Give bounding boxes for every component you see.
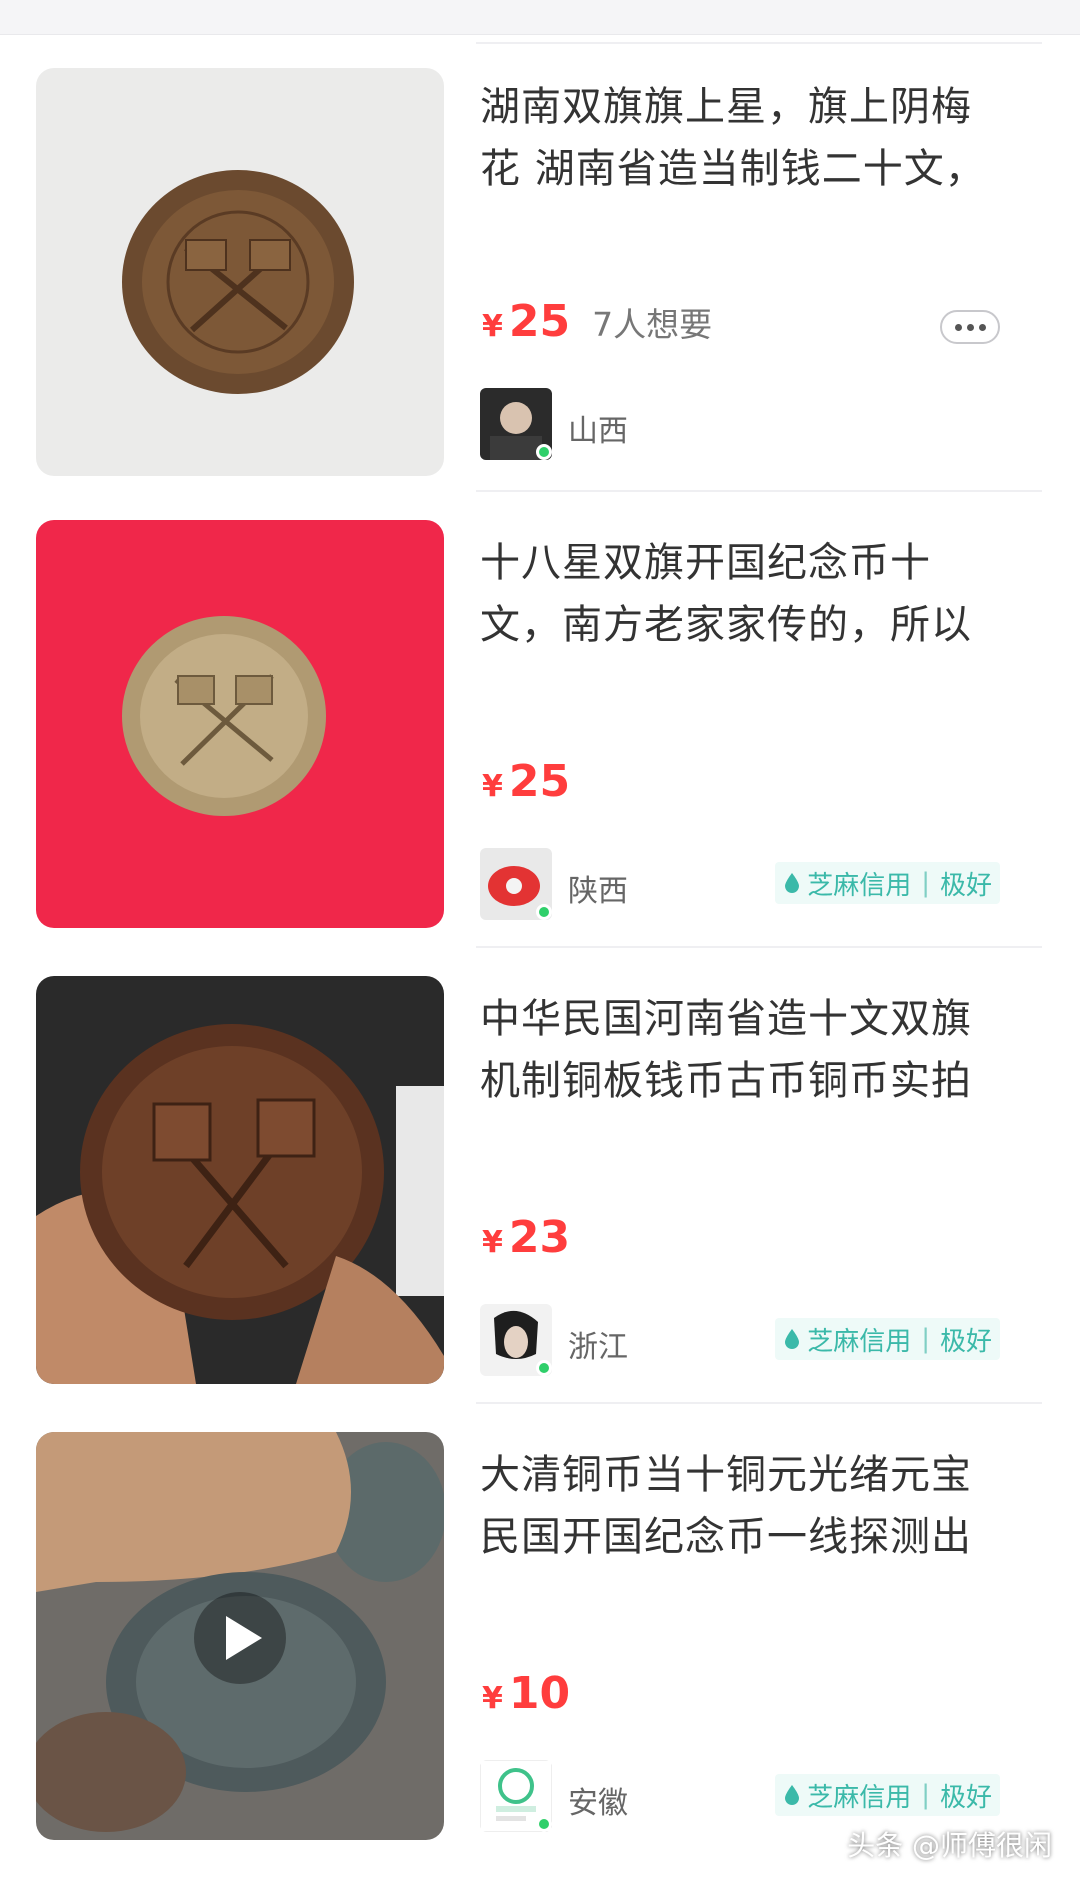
listing-item[interactable]: 中华民国河南省造十文双旗机制铜板钱币古币铜币实拍 ¥ 23 浙江 芝麻信用 | … [0,946,1080,1402]
credit-separator: | [921,1324,930,1354]
want-count: 7人想要 [592,305,713,344]
seller-location: 山西 [568,414,628,449]
listing-thumbnail[interactable] [36,976,444,1384]
seller-location: 陕西 [568,874,628,909]
dot-icon [978,323,986,331]
top-bar [0,0,1080,35]
listing-thumbnail[interactable] [36,1432,444,1840]
currency-symbol: ¥ [482,1225,503,1260]
divider [476,1402,1042,1404]
seller-row[interactable]: 陕西 芝麻信用 | 极好 [480,848,1040,924]
dot-icon [966,323,974,331]
credit-badge: 芝麻信用 | 极好 [775,1318,1000,1360]
listing-title[interactable]: 中华民国河南省造十文双旗机制铜板钱币古币铜币实拍 [480,988,1000,1112]
price-row: ¥ 25 [482,756,570,812]
listing-title[interactable]: 大清铜币当十铜元光绪元宝民国开国纪念币一线探测出 [480,1444,1000,1568]
divider [476,42,1042,44]
online-status-icon [536,1816,552,1832]
currency-symbol: ¥ [482,1681,503,1716]
listing-item[interactable]: 湖南双旗旗上星，旗上阴梅花 湖南省造当制钱二十文， ¥ 25 7人想要 山西 [0,34,1080,490]
seller-row[interactable]: 浙江 芝麻信用 | 极好 [480,1304,1040,1380]
price: 23 [508,1212,571,1263]
price: 10 [508,1668,571,1719]
credit-level: 极好 [939,1782,992,1813]
listing-item[interactable]: 大清铜币当十铜元光绪元宝民国开国纪念币一线探测出 ¥ 10 安徽 芝麻信用 | … [0,1402,1080,1858]
online-status-icon [536,904,552,920]
online-status-icon [536,1360,552,1376]
divider [476,490,1042,492]
water-drop-icon [785,873,800,893]
credit-separator: | [921,868,930,898]
water-drop-icon [785,1785,800,1805]
price-row: ¥ 10 [482,1668,570,1724]
listing-title[interactable]: 湖南双旗旗上星，旗上阴梅花 湖南省造当制钱二十文， [480,76,1000,200]
watermark: 头条 @师傅很闲 [847,1829,1052,1862]
seller-row[interactable]: 山西 [480,388,1040,464]
online-status-icon [536,444,552,460]
price-row: ¥ 25 7人想要 [482,296,712,352]
credit-brand: 芝麻信用 [807,1782,912,1813]
credit-brand: 芝麻信用 [807,870,912,901]
dot-icon [954,323,962,331]
listing-title[interactable]: 十八星双旗开国纪念币十文，南方老家家传的，所以 [480,532,1000,656]
listing-item[interactable]: 十八星双旗开国纪念币十文，南方老家家传的，所以 ¥ 25 陕西 芝麻信用 | 极… [0,490,1080,946]
credit-brand: 芝麻信用 [807,1326,912,1357]
price-row: ¥ 23 [482,1212,570,1268]
seller-location: 浙江 [568,1330,628,1365]
credit-badge: 芝麻信用 | 极好 [775,1774,1000,1816]
price: 25 [508,756,571,807]
seller-location: 安徽 [568,1786,628,1821]
price: 25 [508,296,571,347]
water-drop-icon [785,1329,800,1349]
credit-level: 极好 [939,870,992,901]
credit-separator: | [921,1780,930,1810]
more-options-button[interactable] [940,310,1000,344]
credit-badge: 芝麻信用 | 极好 [775,862,1000,904]
currency-symbol: ¥ [482,309,503,344]
listing-thumbnail[interactable] [36,68,444,476]
divider [476,946,1042,948]
listing-thumbnail[interactable] [36,520,444,928]
credit-level: 极好 [939,1326,992,1357]
currency-symbol: ¥ [482,769,503,804]
